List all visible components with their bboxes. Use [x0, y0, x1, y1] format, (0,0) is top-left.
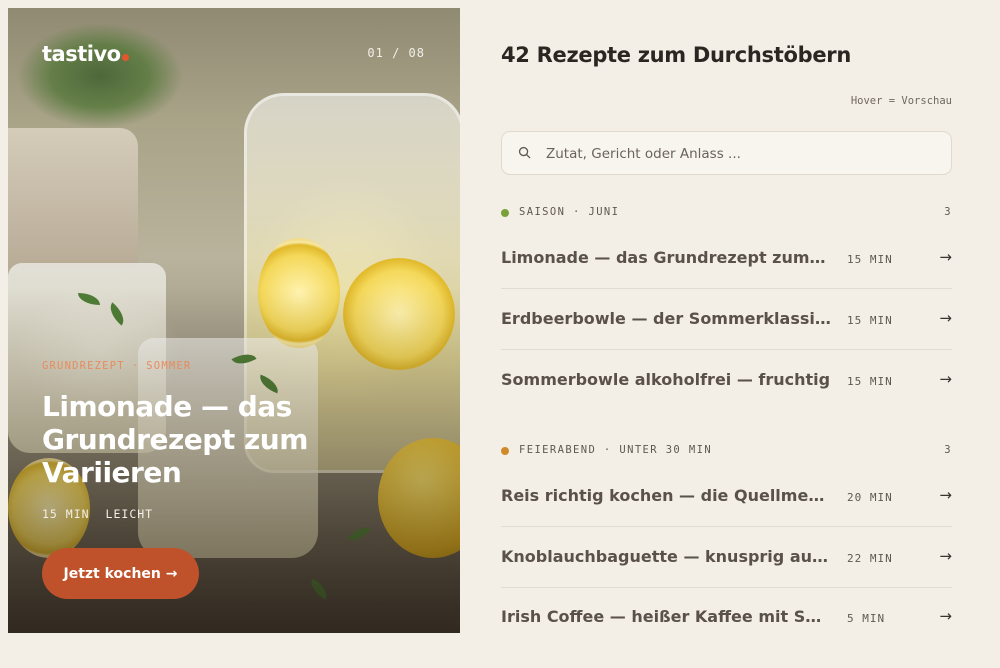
- hover-hint: Hover = Vorschau: [850, 95, 952, 107]
- recipe-time: 22 MIN: [847, 552, 893, 565]
- flower-pot-image: [8, 128, 138, 268]
- arrow-right-icon: →: [939, 370, 952, 388]
- search-box[interactable]: [501, 131, 952, 176]
- slide-counter: 01 / 08: [367, 46, 425, 60]
- hero-time: 15 MIN: [42, 507, 90, 521]
- search-input[interactable]: [544, 132, 938, 176]
- arrow-right-icon: →: [939, 248, 952, 266]
- group-header-saison: SAISON · JUNI 3: [501, 206, 952, 222]
- recipe-row[interactable]: Reis richtig kochen — die Quellmethode 2…: [501, 486, 952, 547]
- group-label: FEIERABEND · UNTER 30 MIN: [519, 444, 713, 456]
- group-header-feierabend: FEIERABEND · UNTER 30 MIN 3: [501, 444, 952, 460]
- hero-card[interactable]: tastivo 01 / 08 GRUNDREZEPT · SOMMER Limon…: [8, 8, 460, 633]
- recipe-row[interactable]: Irish Coffee — heißer Kaffee mit Sahne 5…: [501, 607, 952, 668]
- arrow-right-icon: →: [939, 309, 952, 327]
- group-count: 3: [944, 206, 952, 218]
- row-divider: [501, 526, 952, 527]
- search-icon: [518, 146, 531, 159]
- recipe-time: 15 MIN: [847, 375, 893, 388]
- hero-tag: GRUNDREZEPT: [42, 360, 125, 372]
- recipe-row[interactable]: Erdbeerbowle — der Sommerklassiker 15 MI…: [501, 309, 952, 370]
- recipe-title: Knoblauchbaguette — knusprig aus dem Ofe…: [501, 547, 831, 566]
- row-divider: [501, 288, 952, 289]
- recipe-title: Reis richtig kochen — die Quellmethode: [501, 486, 831, 505]
- recipe-time: 15 MIN: [847, 253, 893, 266]
- recipe-row[interactable]: Knoblauchbaguette — knusprig aus dem Ofe…: [501, 547, 952, 608]
- logo-dot-icon: [121, 54, 129, 61]
- group-dot-icon: [501, 209, 509, 217]
- brand-logo[interactable]: tastivo: [42, 42, 129, 66]
- hero-meta: 15 MIN LEICHT: [42, 507, 153, 521]
- recipe-title: Irish Coffee — heißer Kaffee mit Sahne: [501, 607, 831, 626]
- recipe-title: Erdbeerbowle — der Sommerklassiker: [501, 309, 831, 328]
- recipe-row[interactable]: Sommerbowle alkoholfrei — fruchtig 15 MI…: [501, 370, 952, 431]
- recipe-time: 5 MIN: [847, 612, 886, 625]
- recipe-title: Limonade — das Grundrezept zum Variieren: [501, 248, 831, 267]
- row-divider: [501, 349, 952, 350]
- tag-separator: ·: [131, 360, 140, 372]
- recipe-row[interactable]: Limonade — das Grundrezept zum Variieren…: [501, 248, 952, 309]
- recipe-time: 15 MIN: [847, 314, 893, 327]
- recipe-title: Sommerbowle alkoholfrei — fruchtig: [501, 370, 831, 389]
- arrow-right-icon: →: [939, 486, 952, 504]
- recipe-time: 20 MIN: [847, 491, 893, 504]
- hero-tag: SOMMER: [146, 360, 192, 372]
- cook-now-button[interactable]: Jetzt kochen →: [42, 548, 199, 599]
- group-dot-icon: [501, 447, 509, 455]
- group-count: 3: [944, 444, 952, 456]
- hero-tags: GRUNDREZEPT · SOMMER: [42, 360, 191, 372]
- arrow-right-icon: →: [939, 547, 952, 565]
- hero-title: Limonade — das Grundrezept zum Variieren: [42, 390, 308, 489]
- group-label: SAISON · JUNI: [519, 206, 620, 218]
- arrow-right-icon: →: [939, 607, 952, 625]
- list-heading: 42 Rezepte zum Durchstöbern: [501, 43, 851, 67]
- recipe-list-panel: 42 Rezepte zum Durchstöbern Hover = Vors…: [501, 0, 952, 626]
- row-divider: [501, 587, 952, 588]
- hero-difficulty: LEICHT: [105, 507, 154, 521]
